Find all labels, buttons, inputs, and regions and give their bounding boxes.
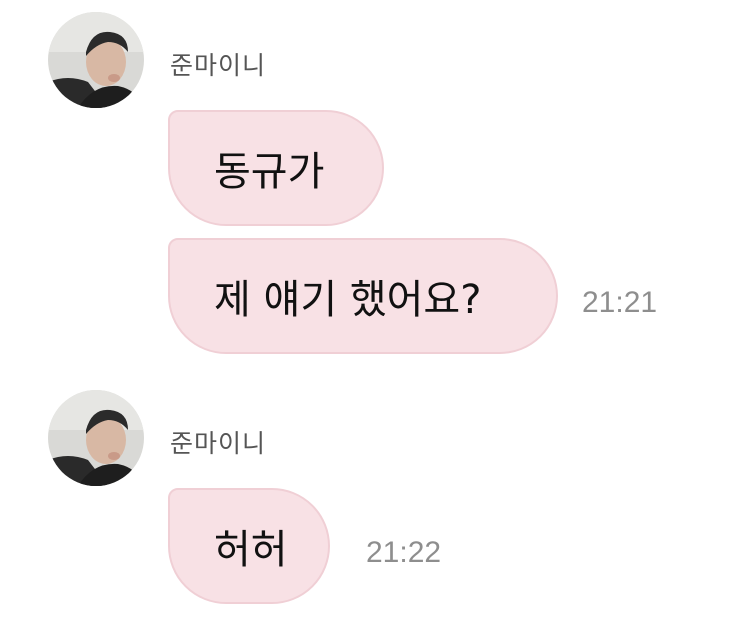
message-text: 제 얘기 했어요? xyxy=(214,277,482,323)
message-bubble[interactable]: 허허 xyxy=(168,488,330,604)
profile-photo-icon xyxy=(48,12,144,108)
message-timestamp: 21:22 xyxy=(366,536,442,569)
message-bubble[interactable]: 제 얘기 했어요? xyxy=(168,238,558,354)
message-text: 동규가 xyxy=(214,149,325,195)
message-text: 허허 xyxy=(214,527,288,573)
sender-name: 준마이니 xyxy=(170,51,267,80)
sender-name: 준마이니 xyxy=(170,429,267,458)
avatar[interactable] xyxy=(48,390,144,486)
avatar[interactable] xyxy=(48,12,144,108)
message-timestamp: 21:21 xyxy=(582,286,658,319)
message-bubble[interactable]: 동규가 xyxy=(168,110,384,226)
profile-photo-icon xyxy=(48,390,144,486)
